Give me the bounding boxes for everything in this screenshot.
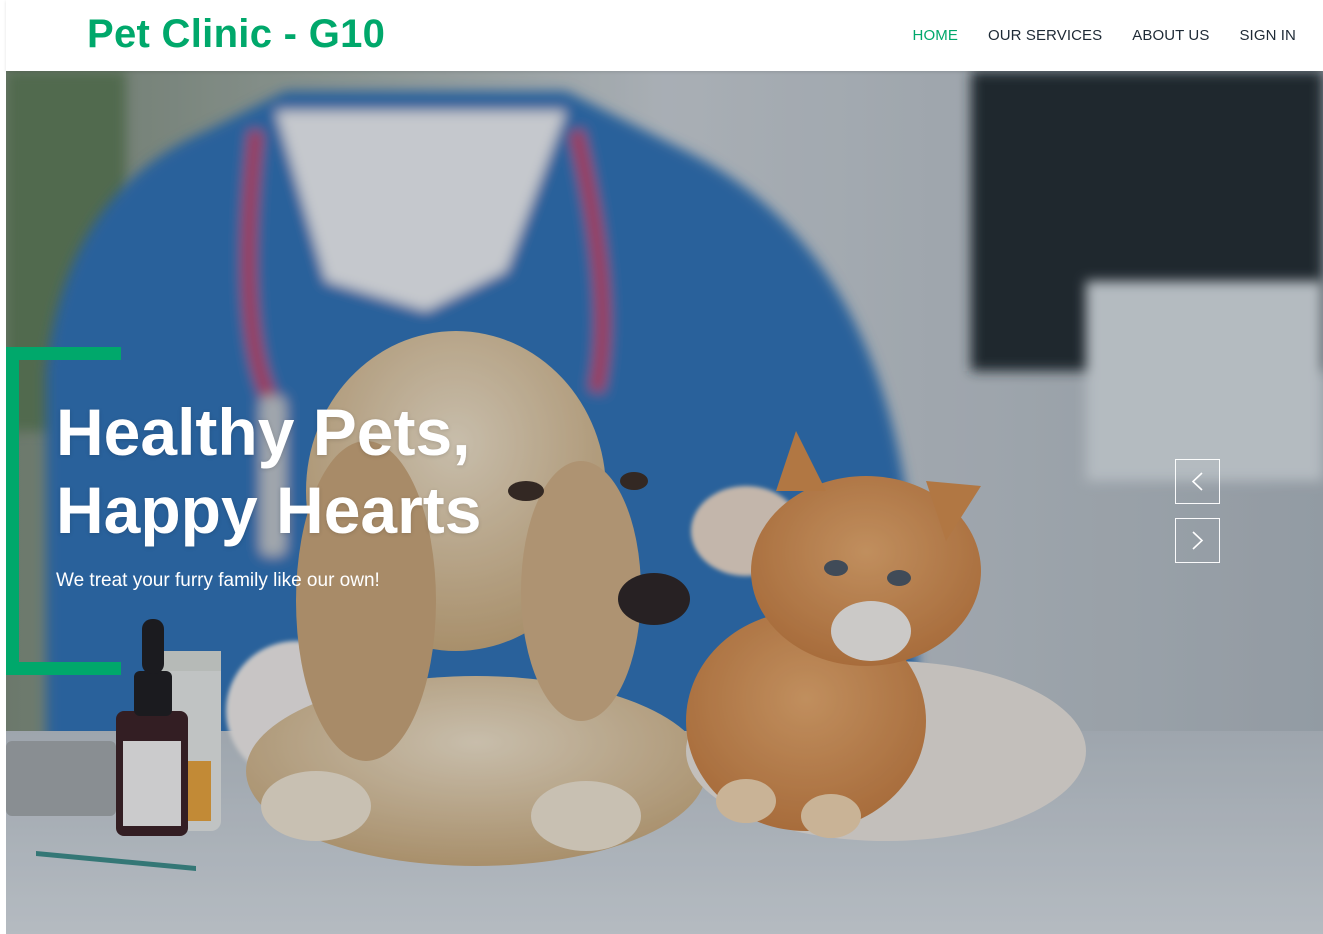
hero-title-line-2: Happy Hearts [56, 473, 482, 547]
carousel-prev-button[interactable] [1175, 459, 1220, 504]
chevron-right-icon [1192, 531, 1204, 550]
hero-carousel: Healthy Pets, Happy Hearts We treat your… [6, 71, 1323, 934]
hero-title-line-1: Healthy Pets, [56, 395, 471, 469]
hero-title: Healthy Pets, Happy Hearts [56, 393, 482, 549]
nav-our-services[interactable]: OUR SERVICES [988, 27, 1102, 44]
left-edge [0, 0, 6, 934]
brand-logo[interactable]: Pet Clinic - G10 [87, 10, 385, 58]
nav-home[interactable]: HOME [913, 27, 958, 44]
chevron-left-icon [1191, 472, 1203, 491]
nav-links: HOME OUR SERVICES ABOUT US SIGN IN [883, 0, 1296, 71]
nav-sign-in[interactable]: SIGN IN [1239, 27, 1296, 44]
carousel-next-button[interactable] [1175, 518, 1220, 563]
page: Pet Clinic - G10 HOME OUR SERVICES ABOUT… [0, 0, 1323, 934]
hero-subtitle: We treat your furry family like our own! [56, 570, 380, 591]
nav-about-us[interactable]: ABOUT US [1132, 27, 1209, 44]
navbar: Pet Clinic - G10 HOME OUR SERVICES ABOUT… [6, 0, 1323, 71]
